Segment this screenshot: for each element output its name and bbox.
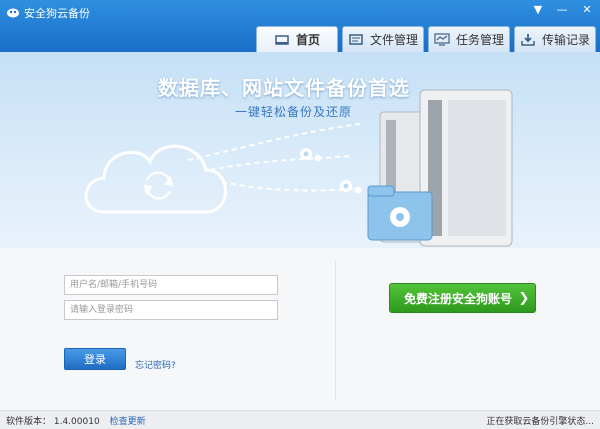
tab-home[interactable]: 首页: [256, 26, 338, 52]
menu-dropdown-button[interactable]: ▼: [526, 0, 550, 18]
login-button[interactable]: 登录: [64, 348, 126, 370]
cloud-icon: [84, 144, 227, 214]
divider: [335, 260, 336, 400]
tab-transfer-log-label: 传输记录: [541, 33, 590, 47]
task-manage-icon: [434, 33, 450, 46]
window-controls: ▼ — ✕: [526, 0, 600, 18]
check-update-link[interactable]: 检查更新: [110, 414, 146, 427]
app-logo-icon: [7, 8, 19, 18]
main-tabs: 首页 文件管理 任务管理 传输记录: [252, 26, 596, 52]
username-input[interactable]: [64, 275, 278, 295]
home-icon: [275, 35, 289, 45]
engine-status-text: 正在获取云备份引擎状态...: [486, 416, 594, 427]
register-label: 免费注册安全狗账号: [404, 291, 513, 306]
register-button[interactable]: 免费注册安全狗账号 ❯: [389, 283, 536, 313]
close-button[interactable]: ✕: [574, 0, 600, 18]
status-bar: 软件版本： 1.4.00010 检查更新 正在获取云备份引擎状态...: [0, 410, 600, 429]
tab-file-manage-label: 文件管理: [369, 33, 418, 47]
tab-file-manage[interactable]: 文件管理: [342, 26, 424, 52]
banner-subtitle: 一键轻松备份及还原: [235, 105, 353, 119]
version-text: 软件版本： 1.4.00010: [6, 416, 100, 427]
gear-icon: [340, 180, 362, 194]
password-input[interactable]: [64, 300, 278, 320]
title-bar: 安全狗云备份 ▼ — ✕ 首页 文件管理 任务管理 传输记录: [0, 0, 600, 52]
sync-icon: [143, 171, 174, 200]
file-manage-icon: [349, 34, 363, 45]
forgot-password-link[interactable]: 忘记密码?: [135, 358, 176, 371]
download-icon: [521, 34, 535, 46]
tab-task-manage[interactable]: 任务管理: [428, 26, 510, 52]
tab-transfer-log[interactable]: 传输记录: [514, 26, 596, 52]
minimize-button[interactable]: —: [550, 0, 574, 18]
folder-icon: [367, 185, 433, 241]
banner-title: 数据库、网站文件备份首选: [158, 76, 410, 100]
login-panel: 登录 忘记密码? 免费注册安全狗账号 ❯: [0, 248, 600, 410]
tab-task-manage-label: 任务管理: [455, 33, 504, 47]
tab-home-label: 首页: [295, 33, 320, 47]
hero-banner: 数据库、网站文件备份首选 一键轻松备份及还原: [0, 52, 600, 248]
chevron-right-icon: ❯: [518, 290, 530, 306]
app-title: 安全狗云备份: [24, 7, 90, 20]
